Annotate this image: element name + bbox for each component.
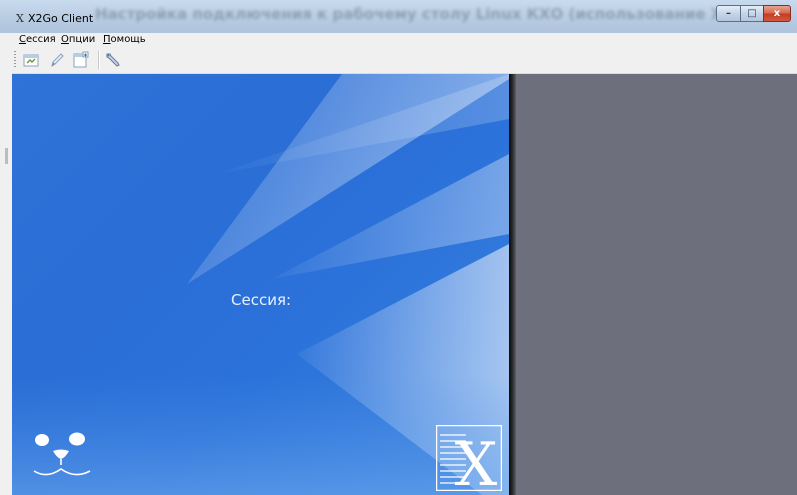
maximize-icon: □ [747, 8, 757, 19]
toolbar [12, 47, 797, 74]
create-shortcut-icon [73, 51, 89, 68]
x2go-client-window: X X2Go Client Настройка подключения к ра… [0, 0, 797, 495]
toolbar-grip[interactable] [14, 51, 16, 69]
background-window-title: Настройка подключения к рабочему столу L… [95, 5, 763, 23]
new-session-icon [23, 54, 39, 67]
x2go-x-logo: X [436, 425, 502, 491]
maximize-button[interactable]: □ [740, 5, 764, 22]
edit-session-icon [51, 53, 64, 68]
x2go-app-icon: X [16, 12, 24, 25]
edit-session-button[interactable] [48, 51, 66, 69]
menu-bar: Сессия Опции Помощь [12, 33, 797, 47]
window-title: X2Go Client [28, 12, 94, 25]
close-button[interactable]: x [763, 5, 791, 22]
panel-divider-shadow [509, 74, 516, 495]
session-list-area [516, 74, 797, 495]
settings-button[interactable] [104, 51, 122, 69]
toolbar-separator [98, 51, 100, 69]
minimize-icon: – [726, 8, 731, 19]
minimize-button[interactable]: – [716, 5, 741, 22]
left-edge-mark [5, 148, 8, 164]
session-label: Сессия: [231, 291, 292, 309]
settings-wrench-icon [106, 53, 120, 67]
login-panel: Сессия: X [12, 74, 509, 495]
close-icon: x [773, 8, 781, 19]
menu-options[interactable]: Опции [61, 34, 95, 45]
left-window-edge [0, 33, 12, 495]
menu-session[interactable]: Сессия [19, 34, 56, 45]
new-session-button[interactable] [22, 51, 40, 69]
svg-text:X: X [455, 430, 498, 491]
menu-help[interactable]: Помощь [103, 34, 146, 45]
create-shortcut-button[interactable] [72, 51, 90, 69]
title-bar[interactable]: X X2Go Client Настройка подключения к ра… [0, 0, 797, 32]
x2go-bear-logo [33, 432, 91, 476]
